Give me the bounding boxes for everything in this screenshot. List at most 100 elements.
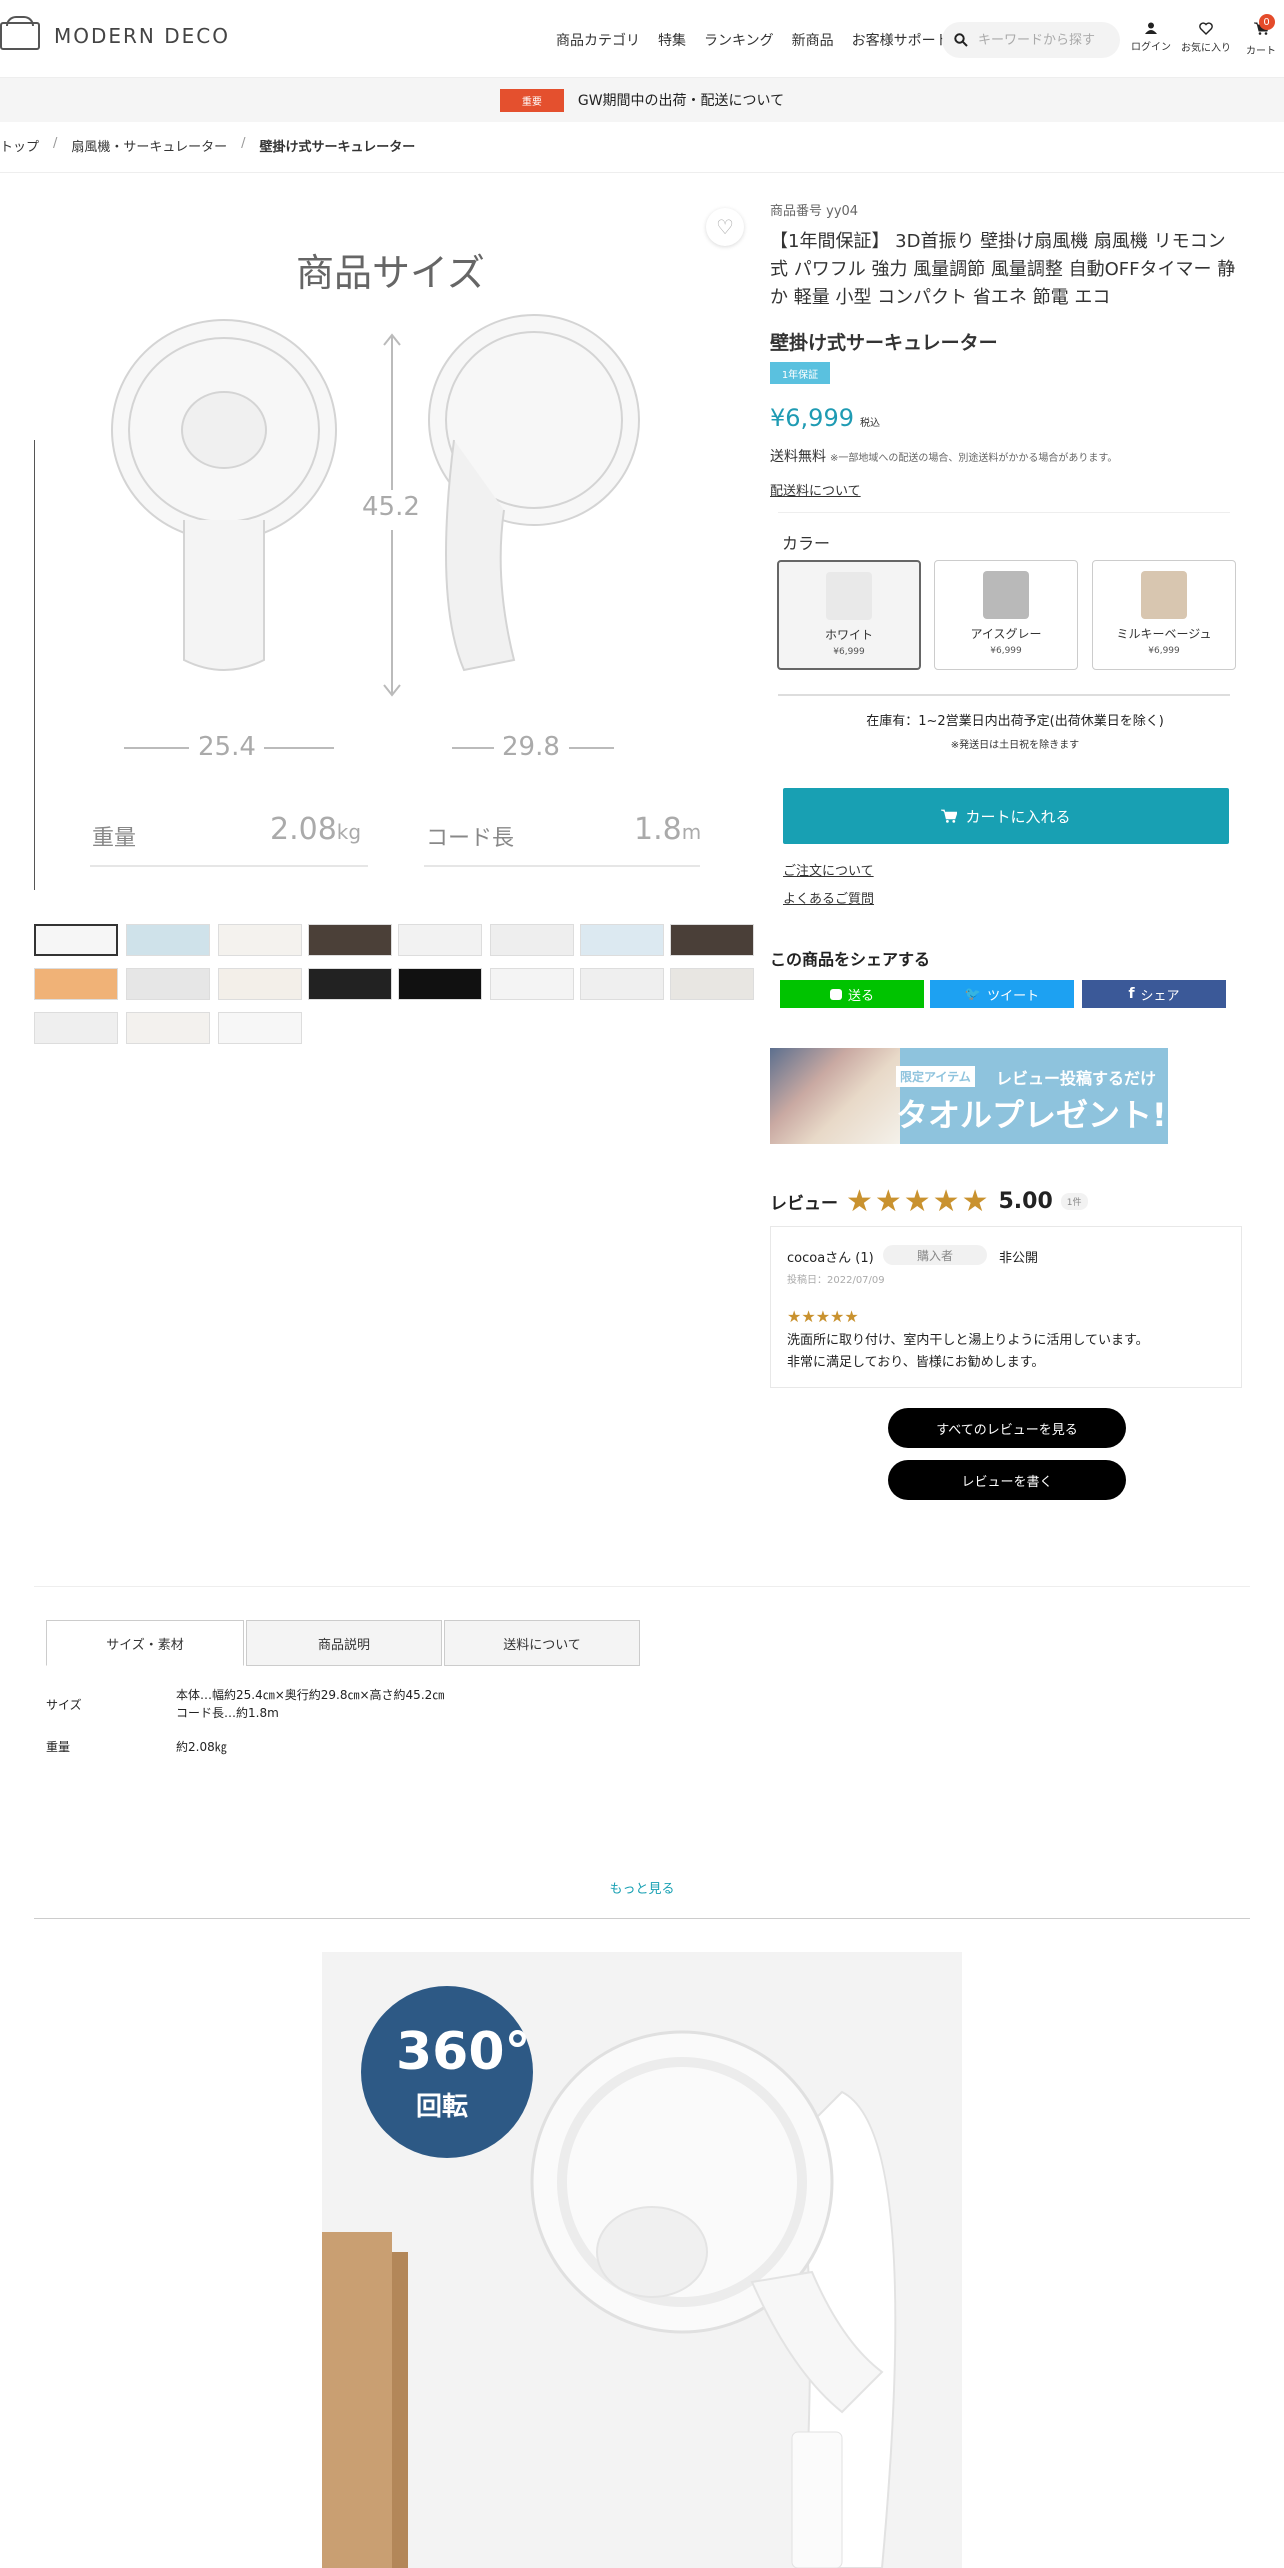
thumbnail[interactable] (308, 924, 392, 956)
nav-support[interactable]: お客様サポート (852, 30, 950, 50)
thumbnail[interactable] (218, 924, 302, 956)
review-title: レビュー (770, 1194, 838, 1214)
nav-categories[interactable]: 商品カテゴリ (556, 30, 640, 50)
thumbnail[interactable] (126, 1012, 210, 1044)
diagram-title: 商品サイズ (296, 251, 485, 295)
color-price: ¥6,999 (1148, 646, 1180, 656)
rating-stars-icon: ★★★★★ (846, 1184, 991, 1219)
global-nav: 商品カテゴリ 特集 ランキング 新商品 お客様サポート (556, 30, 950, 50)
weight-unit: kg (336, 820, 362, 844)
review-text-line1: 洗面所に取り付け、室内干しと湯上りように活用しています。 (787, 1333, 1149, 1348)
facebook-share-button[interactable]: f シェア (1082, 980, 1226, 1008)
breadcrumb: トップ / 扇風機・サーキュレーター / 壁掛け式サーキュレーター (0, 136, 415, 155)
tab-shipping[interactable]: 送料について (444, 1620, 640, 1666)
facebook-share-label: シェア (1140, 988, 1180, 1004)
thumbnail[interactable] (580, 924, 664, 956)
all-reviews-button[interactable]: すべてのレビューを見る (888, 1408, 1126, 1448)
tab-description[interactable]: 商品説明 (246, 1620, 442, 1666)
breadcrumb-separator: / (241, 136, 246, 151)
faq-link[interactable]: よくあるご質問 (783, 888, 874, 907)
stock-note: ※発送日は土日祝を除きます (950, 740, 1080, 751)
cart-link[interactable]: 0 カート (1246, 14, 1276, 57)
banner-line1: レビュー投稿するだけ (996, 1069, 1157, 1088)
divider (0, 172, 1284, 173)
spec-size-label: サイズ (46, 1698, 82, 1712)
logo-icon (0, 16, 40, 50)
shipping-fee-link[interactable]: 配送料について (770, 480, 861, 499)
divider (34, 1586, 1250, 1587)
thumbnail[interactable] (580, 968, 664, 1000)
nav-ranking[interactable]: ランキング (704, 30, 774, 50)
thumbnail[interactable] (218, 968, 302, 1000)
shipping-note: ※一部地域への配送の場合、別途送料がかかる場合があります。 (830, 453, 1118, 464)
nav-features[interactable]: 特集 (658, 30, 686, 50)
add-to-cart-label: カートに入れる (965, 807, 1071, 826)
color-name: ミルキーベージュ (1116, 627, 1212, 641)
review-date: 投稿日：2022/07/09 (787, 1275, 885, 1286)
thumbnail[interactable] (34, 1012, 118, 1044)
favorites-label: お気に入り (1181, 43, 1231, 54)
thumbnail[interactable] (34, 924, 118, 956)
logo[interactable]: MODERN DECO (0, 16, 230, 50)
breadcrumb-separator: / (53, 136, 58, 151)
review-campaign-banner[interactable]: 限定アイテム レビュー投稿するだけ タオルプレゼント! (770, 1048, 1168, 1144)
login-link[interactable]: ログイン (1131, 22, 1171, 53)
product-name: 壁掛け式サーキュレーター (770, 332, 998, 354)
favorites-link[interactable]: お気に入り (1181, 22, 1231, 54)
review-count: 1件 (1060, 1193, 1088, 1210)
thumbnail[interactable] (398, 924, 482, 956)
add-to-cart-button[interactable]: カートに入れる (783, 788, 1229, 844)
color-price: ¥6,999 (833, 647, 865, 657)
thumbnail[interactable] (670, 924, 754, 956)
thumbnail[interactable] (490, 924, 574, 956)
review-summary: レビュー ★★★★★ 5.00 1件 (770, 1184, 1088, 1219)
rotation-badge-number: 360° (396, 2022, 531, 2082)
show-more-link[interactable]: もっと見る (0, 1878, 1284, 1897)
diagram-height: 45.2 (362, 492, 420, 522)
main-product-image[interactable]: 商品サイズ 45.2 25.4 29.8 重量 2.08kg コード長 1.8m (33, 180, 752, 902)
thumbnail[interactable] (398, 968, 482, 1000)
color-swatch-image (1141, 571, 1187, 619)
search-input[interactable] (978, 32, 1108, 48)
search-box[interactable] (942, 22, 1120, 58)
product-title: 【1年間保証】 3D首振り 壁掛け扇風機 扇風機 リモコン式 パワフル 強力 風… (770, 231, 1236, 308)
nav-new[interactable]: 新商品 (792, 30, 834, 50)
buyer-badge: 購入者 (883, 1245, 987, 1265)
stock-status: 在庫有：1~2営業日内出荷予定(出荷休業日を除く) (866, 714, 1164, 729)
notice-bar[interactable]: 重要 GW期間中の出荷・配送について (0, 78, 1284, 122)
shipping-free: 送料無料 (770, 449, 826, 465)
thumbnail[interactable] (670, 968, 754, 1000)
tab-size-material[interactable]: サイズ・素材 (46, 1620, 244, 1666)
reviewer-name: cocoaさん (1) (787, 1251, 874, 1266)
cord-number: 1.8 (634, 812, 682, 847)
thumbnail[interactable] (126, 924, 210, 956)
breadcrumb-category[interactable]: 扇風機・サーキュレーター (71, 136, 227, 155)
login-label: ログイン (1131, 42, 1171, 53)
facebook-icon: f (1128, 986, 1135, 1002)
search-icon[interactable] (954, 33, 968, 47)
cart-label: カート (1246, 46, 1276, 57)
thumbnail[interactable] (308, 968, 392, 1000)
write-review-button[interactable]: レビューを書く (888, 1460, 1126, 1500)
thumbnail[interactable] (34, 968, 118, 1000)
color-swatch-image (983, 571, 1029, 619)
user-icon (1145, 22, 1157, 34)
color-option-white[interactable]: ホワイト ¥6,999 (777, 560, 921, 670)
reviewer-privacy: 非公開 (999, 1251, 1039, 1266)
notice-text[interactable]: GW期間中の出荷・配送について (578, 90, 784, 110)
color-option-ice-gray[interactable]: アイスグレー ¥6,999 (934, 560, 1078, 670)
breadcrumb-current: 壁掛け式サーキュレーター (259, 140, 416, 155)
price-value: ¥6,999 (770, 404, 854, 432)
favorite-button[interactable]: ♡ (706, 208, 744, 246)
thumbnail[interactable] (218, 1012, 302, 1044)
divider (778, 512, 1230, 513)
diagram-cord-label: コード長 (426, 826, 515, 851)
spec-weight-label: 重量 (46, 1740, 71, 1754)
breadcrumb-top[interactable]: トップ (0, 136, 39, 155)
line-share-button[interactable]: 送る (780, 980, 924, 1008)
thumbnail[interactable] (126, 968, 210, 1000)
thumbnail[interactable] (490, 968, 574, 1000)
order-info-link[interactable]: ご注文について (783, 860, 874, 879)
twitter-share-button[interactable]: 🐦 ツイート (930, 980, 1074, 1008)
color-option-milky-beige[interactable]: ミルキーベージュ ¥6,999 (1092, 560, 1236, 670)
